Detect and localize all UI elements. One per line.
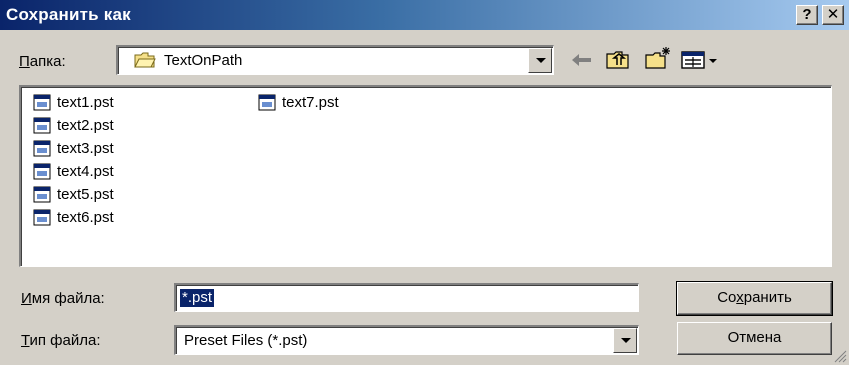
folder-value: TextOnPath: [164, 52, 243, 69]
close-button[interactable]: ✕: [822, 5, 844, 25]
list-item[interactable]: text2.pst: [33, 114, 114, 136]
file-name: text4.pst: [57, 162, 114, 180]
new-folder-icon[interactable]: [644, 45, 672, 71]
list-item[interactable]: text5.pst: [33, 183, 114, 205]
file-name: text3.pst: [57, 139, 114, 157]
list-item[interactable]: text7.pst: [258, 91, 339, 113]
view-menu-icon[interactable]: [680, 47, 722, 73]
cancel-button[interactable]: Отмена: [677, 322, 832, 355]
save-button[interactable]: Сохранить: [676, 281, 833, 316]
filename-input[interactable]: *.pst: [174, 283, 639, 312]
file-name: text2.pst: [57, 116, 114, 134]
filetype-dropdown-button[interactable]: [613, 328, 637, 353]
save-as-dialog: Сохранить как ? ✕ Папка: TextOnPath text…: [0, 0, 849, 365]
list-item[interactable]: text6.pst: [33, 206, 114, 228]
up-folder-icon[interactable]: [604, 47, 632, 73]
dialog-title: Сохранить как: [6, 5, 131, 24]
folder-dropdown[interactable]: TextOnPath: [116, 45, 554, 75]
filetype-value: Preset Files (*.pst): [184, 332, 308, 349]
back-arrow-icon[interactable]: [568, 47, 596, 73]
list-item[interactable]: text4.pst: [33, 160, 114, 182]
file-name: text7.pst: [282, 93, 339, 111]
open-folder-icon: [134, 52, 156, 68]
help-button[interactable]: ?: [796, 5, 818, 25]
filetype-label: Тип файла:: [21, 332, 101, 349]
preset-file-icon: [33, 140, 51, 156]
list-item[interactable]: text3.pst: [33, 137, 114, 159]
file-name: text5.pst: [57, 185, 114, 203]
file-name: text1.pst: [57, 93, 114, 111]
preset-file-icon: [33, 94, 51, 110]
file-list[interactable]: text1.pst text2.pst text3.pst text4.pst …: [19, 85, 832, 267]
preset-file-icon: [258, 94, 276, 110]
filename-value: *.pst: [180, 289, 215, 307]
folder-label: Папка:: [19, 53, 66, 70]
preset-file-icon: [33, 186, 51, 202]
list-item[interactable]: text1.pst: [33, 91, 114, 113]
filetype-dropdown[interactable]: Preset Files (*.pst): [174, 325, 639, 355]
filename-label: Имя файла:: [21, 290, 105, 307]
folder-dropdown-button[interactable]: [528, 48, 552, 73]
resize-grip-icon[interactable]: [833, 349, 847, 363]
preset-file-icon: [33, 117, 51, 133]
title-bar[interactable]: Сохранить как ? ✕: [0, 0, 849, 30]
file-name: text6.pst: [57, 208, 114, 226]
preset-file-icon: [33, 209, 51, 225]
preset-file-icon: [33, 163, 51, 179]
